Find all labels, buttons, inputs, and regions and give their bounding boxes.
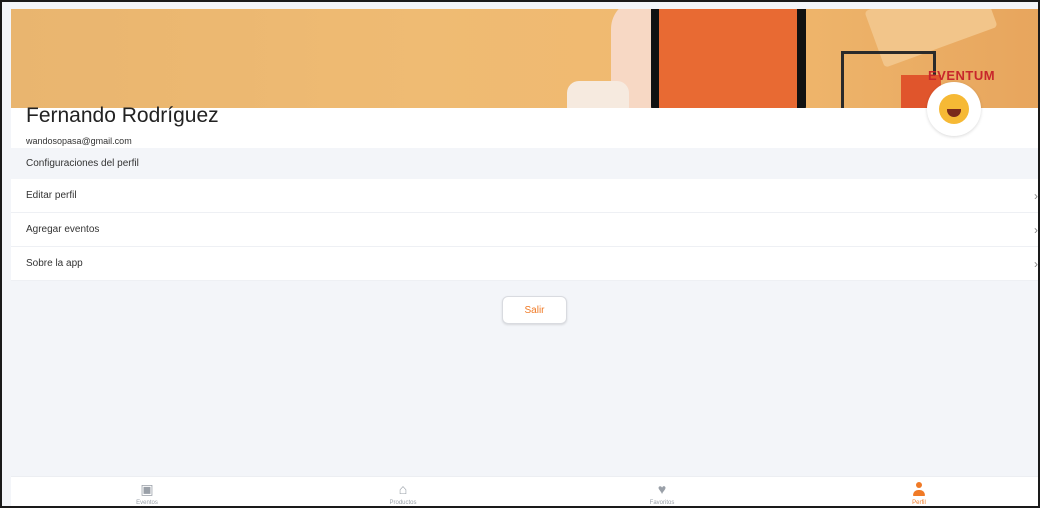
basket-icon: ⌂ [398, 481, 408, 497]
avatar[interactable] [927, 82, 981, 136]
heart-icon: ♥ [657, 481, 667, 497]
settings-section-title: Configuraciones del perfil [26, 158, 139, 169]
profile-email: wandosopasa@gmail.com [26, 136, 132, 146]
tab-perfil[interactable]: Perfil [879, 477, 959, 506]
menu-item-label: Editar perfil [26, 190, 77, 201]
menu-item-about-app[interactable]: Sobre la app › [11, 247, 1038, 281]
brand-logo-text: EVENTUM [928, 68, 996, 83]
profile-banner [11, 9, 1038, 108]
person-icon [913, 482, 925, 496]
tab-productos[interactable]: ⌂ Productos [363, 477, 443, 506]
tab-label: Perfil [912, 500, 926, 506]
menu-item-label: Agregar eventos [26, 224, 100, 235]
profile-name: Fernando Rodríguez [26, 104, 219, 127]
tab-label: Productos [389, 500, 417, 506]
emoji-avatar-icon [939, 94, 969, 124]
tab-eventos[interactable]: ▣ Eventos [107, 477, 187, 506]
menu-item-add-events[interactable]: Agregar eventos › [11, 213, 1038, 247]
calendar-icon: ▣ [140, 481, 154, 497]
chevron-right-icon: › [1034, 256, 1038, 271]
logout-button[interactable]: Salir [502, 296, 567, 324]
tab-label: Eventos [136, 500, 158, 506]
chevron-right-icon: › [1034, 222, 1038, 237]
settings-menu: Editar perfil › Agregar eventos › Sobre … [11, 179, 1038, 281]
tab-favoritos[interactable]: ♥ Favoritos [622, 477, 702, 506]
app-frame: EVENTUM Fernando Rodríguez wandosopasa@g… [0, 0, 1040, 508]
banner-phone-screen [659, 9, 797, 108]
tab-label: Favoritos [649, 500, 675, 506]
bottom-tab-bar: ▣ Eventos ⌂ Productos ♥ Favoritos Perfil [11, 476, 1038, 506]
banner-bag-illustration [567, 81, 629, 108]
menu-item-edit-profile[interactable]: Editar perfil › [11, 179, 1038, 213]
chevron-right-icon: › [1034, 188, 1038, 203]
menu-item-label: Sobre la app [26, 258, 83, 269]
